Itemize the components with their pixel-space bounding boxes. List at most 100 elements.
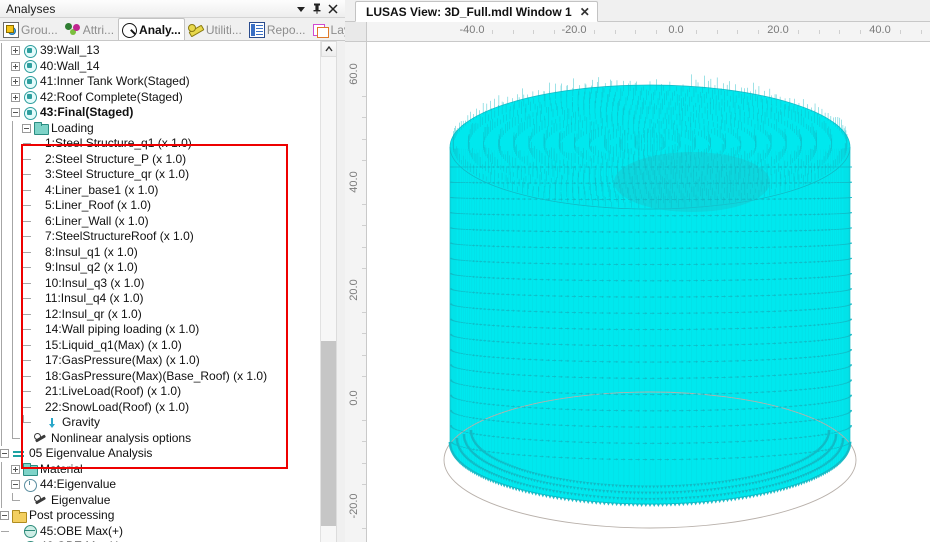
document-tab-lusas-view[interactable]: LUSAS View: 3D_Full.mdl Window 1 ✕ — [355, 1, 598, 22]
collapse-icon[interactable] — [0, 449, 9, 458]
tree-item[interactable]: 45:OBE Max(+) — [0, 524, 315, 540]
pin-icon[interactable] — [309, 1, 325, 17]
tree-item-label: 6:Liner_Wall (x 1.0) — [45, 214, 149, 230]
tree-item[interactable]: 18:GasPressure(Max)(Base_Roof) (x 1.0) — [0, 369, 315, 385]
tree-item[interactable]: Post processing — [0, 508, 315, 524]
analyses-tree[interactable]: 39:Wall_13 40:Wall_14 41:Inner Tank Work(S… — [0, 41, 315, 542]
collapse-icon[interactable] — [0, 511, 9, 520]
ruler-h-tick — [554, 30, 555, 34]
attributes-icon — [65, 22, 81, 38]
gravity-icon — [45, 416, 59, 430]
ruler-h-label: -40.0 — [459, 24, 484, 36]
ruler-v-tick — [362, 441, 366, 442]
case-icon — [23, 106, 37, 120]
collapse-icon[interactable] — [11, 480, 20, 489]
ruler-h-tick — [656, 30, 657, 34]
ruler-v-tick — [362, 247, 366, 248]
tab-utilities-label: Utiliti... — [206, 23, 242, 37]
tree-indent-guide — [0, 136, 11, 152]
tree-item[interactable]: 6:Liner_Wall (x 1.0) — [0, 214, 315, 230]
tree-item[interactable]: Eigenvalue — [0, 493, 315, 509]
folder-teal-icon — [34, 121, 48, 135]
tree-vertical-scrollbar[interactable] — [320, 41, 336, 542]
tree-item[interactable]: 4:Liner_base1 (x 1.0) — [0, 183, 315, 199]
scrollbar-thumb[interactable] — [321, 341, 337, 526]
tab-reports[interactable]: Repo... — [246, 18, 310, 40]
tree-item-label: Material — [40, 462, 83, 478]
tree-item[interactable]: Nonlinear analysis options — [0, 431, 315, 447]
tree-spacer — [22, 434, 31, 443]
tree-item[interactable]: 7:SteelStructureRoof (x 1.0) — [0, 229, 315, 245]
tree-item[interactable]: 10:Insul_q3 (x 1.0) — [0, 276, 315, 292]
collapse-icon[interactable] — [11, 108, 20, 117]
tree-indent-guide — [0, 229, 11, 245]
expand-icon[interactable] — [11, 77, 20, 86]
model-canvas[interactable] — [367, 42, 930, 542]
tree-item-label: 17:GasPressure(Max) (x 1.0) — [45, 353, 200, 369]
ruler-h-tick — [696, 30, 697, 34]
expand-icon[interactable] — [11, 93, 20, 102]
tree-connector — [22, 415, 33, 431]
tree-indent-guide — [11, 167, 22, 183]
ruler-v-tick — [362, 139, 366, 140]
tree-spacer — [33, 325, 42, 334]
tree-item[interactable]: 39:Wall_13 — [0, 43, 315, 59]
tab-layers[interactable]: Layers — [310, 18, 345, 40]
tree-item[interactable]: 15:Liquid_q1(Max) (x 1.0) — [0, 338, 315, 354]
ruler-v-label: -20.0 — [348, 489, 360, 523]
ruler-h-tick — [798, 30, 799, 34]
panel-resizer[interactable] — [336, 41, 345, 542]
tree-item[interactable]: 8:Insul_q1 (x 1.0) — [0, 245, 315, 261]
clock-icon — [23, 478, 37, 492]
analyses-panel: Analyses Grou... Attri... Analy... Utili… — [0, 0, 345, 542]
tree-item[interactable]: 11:Insul_q4 (x 1.0) — [0, 291, 315, 307]
tree-item[interactable]: 05 Eigenvalue Analysis — [0, 446, 315, 462]
expand-icon[interactable] — [11, 46, 20, 55]
tree-indent-guide — [11, 338, 22, 354]
tree-item[interactable]: 5:Liner_Roof (x 1.0) — [0, 198, 315, 214]
tree-indent-guide — [11, 198, 22, 214]
tree-item[interactable]: Loading — [0, 121, 315, 137]
expand-icon[interactable] — [11, 62, 20, 71]
tab-analyses[interactable]: Analy... — [118, 18, 185, 40]
tree-item[interactable]: 17:GasPressure(Max) (x 1.0) — [0, 353, 315, 369]
tree-item[interactable]: 44:Eigenvalue — [0, 477, 315, 493]
tree-item[interactable]: Material — [0, 462, 315, 478]
tree-item[interactable]: Gravity — [0, 415, 315, 431]
tab-attributes[interactable]: Attri... — [62, 18, 118, 40]
tree-item[interactable]: 2:Steel Structure_P (x 1.0) — [0, 152, 315, 168]
expand-icon[interactable] — [11, 465, 20, 474]
tree-item[interactable]: 40:Wall_14 — [0, 59, 315, 75]
tree-item[interactable]: 3:Steel Structure_qr (x 1.0) — [0, 167, 315, 183]
tree-item[interactable]: 9:Insul_q2 (x 1.0) — [0, 260, 315, 276]
collapse-icon[interactable] — [22, 124, 31, 133]
tree-indent-guide — [11, 353, 22, 369]
options-icon — [34, 493, 48, 507]
tree-indent-guide — [0, 74, 11, 90]
tree-item[interactable]: 14:Wall piping loading (x 1.0) — [0, 322, 315, 338]
tree-item[interactable]: 43:Final(Staged) — [0, 105, 315, 121]
tree-item[interactable]: 1:Steel Structure_q1 (x 1.0) — [0, 136, 315, 152]
ruler-h-label: 40.0 — [869, 24, 890, 36]
tree-item[interactable]: 21:LiveLoad(Roof) (x 1.0) — [0, 384, 315, 400]
tree-item[interactable]: 41:Inner Tank Work(Staged) — [0, 74, 315, 90]
document-tab-label: LUSAS View: 3D_Full.mdl Window 1 — [366, 5, 572, 19]
ruler-h-tick — [492, 30, 493, 34]
close-icon[interactable] — [325, 1, 341, 17]
tree-indent-guide — [0, 477, 11, 493]
tab-utilities[interactable]: Utiliti... — [185, 18, 246, 40]
document-tab-close-icon[interactable]: ✕ — [580, 5, 590, 19]
dropdown-icon[interactable] — [293, 1, 309, 17]
tree-indent-guide — [0, 90, 11, 106]
tree-indent-guide — [0, 167, 11, 183]
tree-connector — [22, 214, 33, 230]
tree-item-label: 4:Liner_base1 (x 1.0) — [45, 183, 158, 199]
tree-connector — [22, 307, 33, 323]
tree-item[interactable]: 42:Roof Complete(Staged) — [0, 90, 315, 106]
tree-indent-guide — [0, 307, 11, 323]
tree-item[interactable]: 12:Insul_qr (x 1.0) — [0, 307, 315, 323]
tree-item[interactable]: 22:SnowLoad(Roof) (x 1.0) — [0, 400, 315, 416]
scroll-up-arrow-icon[interactable] — [321, 41, 337, 57]
tree-item-label: 39:Wall_13 — [40, 43, 100, 59]
tab-groups[interactable]: Grou... — [0, 18, 62, 40]
